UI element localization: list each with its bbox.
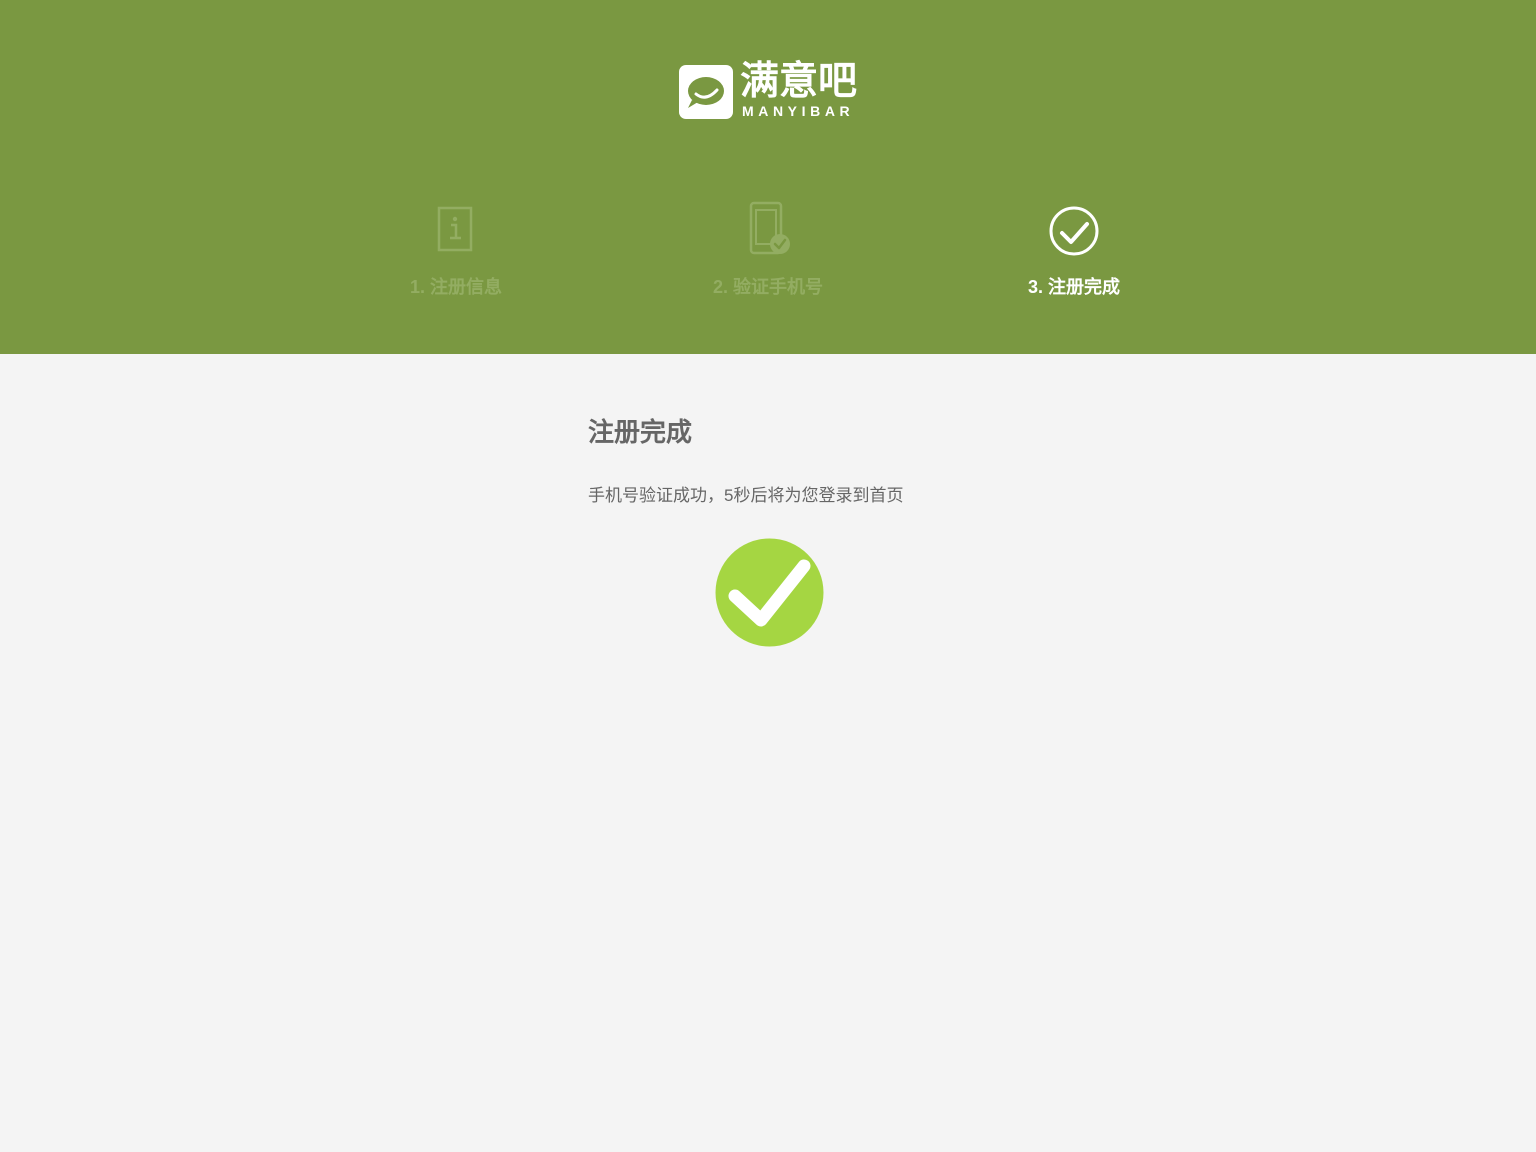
phone-check-icon <box>749 201 790 255</box>
brand-name-en: MANYIBAR <box>742 103 855 119</box>
step-label-verify-phone: 2. 验证手机号 <box>712 277 823 297</box>
speech-bubble-smile-icon <box>679 65 733 119</box>
page-title: 注册完成 <box>588 417 693 447</box>
info-icon <box>437 206 473 252</box>
step-label-register-complete: 3. 注册完成 <box>1027 277 1120 297</box>
brand-logo[interactable]: 满意吧 MANYIBAR <box>678 60 868 122</box>
success-message: 手机号验证成功，5秒后将为您登录到首页 <box>588 486 904 505</box>
brand-name-cn: 满意吧 <box>740 60 858 103</box>
header-banner: 满意吧 MANYIBAR 1. 注册信息 2. 验证手机号 3. 注册完成 <box>0 0 1536 354</box>
step-register-complete: 3. 注册完成 <box>974 200 1174 310</box>
circle-check-icon <box>1049 206 1099 256</box>
success-check-icon <box>715 538 824 647</box>
step-label-register-info: 1. 注册信息 <box>409 277 502 297</box>
main-content: 注册完成 手机号验证成功，5秒后将为您登录到首页 <box>588 410 988 508</box>
step-register-info: 1. 注册信息 <box>356 200 556 310</box>
step-verify-phone: 2. 验证手机号 <box>668 200 868 310</box>
